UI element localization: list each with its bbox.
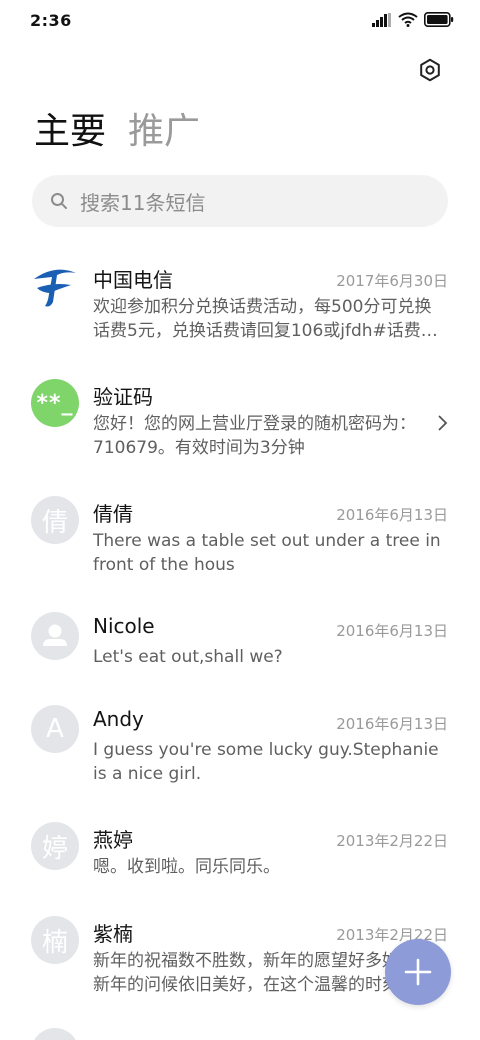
contact-avatar: 楠 [31, 916, 79, 964]
contact-avatar: 婷 [31, 822, 79, 870]
signal-icon [372, 12, 391, 27]
conversation-preview: 您好！您的网上营业厅登录的随机密码为：710679。有效时间为3分钟 [93, 414, 416, 458]
contact-avatar: A [31, 705, 79, 753]
conversation-date: 2016年6月13日 [336, 622, 448, 640]
conversation-item[interactable]: 婷 燕婷 2013年2月22日 嗯。收到啦。同乐同乐。 [0, 820, 480, 900]
status-icons [372, 12, 454, 27]
conversation-preview: 嗯。收到啦。同乐同乐。 [93, 857, 280, 877]
conversation-item[interactable]: **_ 验证码 您好！您的网上营业厅登录的随机密码为：710679。有效时间为3… [0, 377, 480, 477]
conversation-item[interactable] [0, 1028, 480, 1040]
battery-icon [424, 12, 454, 27]
status-bar: 2:36 [0, 0, 480, 42]
search-icon [51, 193, 67, 209]
conversation-preview: Let's eat out,shall we? [93, 647, 283, 667]
conversation-date: 2016年6月13日 [336, 715, 448, 733]
new-message-button[interactable] [385, 939, 451, 1005]
search-placeholder: 搜索11条短信 [80, 190, 206, 215]
person-icon [31, 612, 79, 660]
conversation-item[interactable]: 倩 倩倩 2016年6月13日 There was a table set ou… [0, 494, 480, 594]
conversation-item[interactable]: Nicole 2016年6月13日 Let's eat out,shall we… [0, 610, 480, 690]
conversation-date: 2017年6月30日 [336, 272, 448, 290]
conversation-item[interactable]: A Andy 2016年6月13日 I guess you're some lu… [0, 703, 480, 803]
conversation-name: 中国电信 [93, 268, 173, 292]
conversation-preview: There was a table set out under a tree i… [93, 531, 441, 575]
conversation-date: 2013年2月22日 [336, 832, 448, 850]
plus-icon [404, 958, 432, 986]
search-input[interactable]: 搜索11条短信 [32, 175, 448, 227]
status-time: 2:36 [30, 11, 72, 30]
conversation-name: 验证码 [93, 385, 153, 409]
tab-primary[interactable]: 主要 [34, 108, 106, 156]
conversation-name: 燕婷 [93, 828, 133, 852]
contact-avatar: 倩 [31, 496, 79, 544]
conversation-name: Nicole [93, 614, 155, 638]
tab-bar: 主要 推广 [34, 108, 200, 156]
conversation-item[interactable]: 中国电信 2017年6月30日 欢迎参加积分兑换话费活动，每500分可兑换话费5… [0, 260, 480, 360]
conversation-name: 倩倩 [93, 502, 133, 526]
china-telecom-logo [31, 262, 79, 310]
messages-screen: 2:36 主要 推广 搜索11条短信 中国电信 2017年6月30日 欢迎参加积… [0, 0, 480, 1040]
conversation-preview: 欢迎参加积分兑换话费活动，每500分可兑换话费5元，兑换话费请回复106或jfd… [93, 297, 438, 341]
conversation-name: 紫楠 [93, 922, 133, 946]
conversation-date: 2016年6月13日 [336, 506, 448, 524]
chevron-right-icon [438, 415, 448, 431]
verification-avatar: **_ [31, 379, 79, 427]
contact-avatar [31, 1028, 79, 1040]
wifi-icon [398, 12, 418, 27]
conversation-preview: I guess you're some lucky guy.Stephanie … [93, 740, 439, 784]
tab-promotions[interactable]: 推广 [128, 108, 200, 156]
settings-button[interactable] [414, 54, 446, 86]
conversation-name: Andy [93, 707, 144, 731]
settings-icon [420, 58, 440, 82]
